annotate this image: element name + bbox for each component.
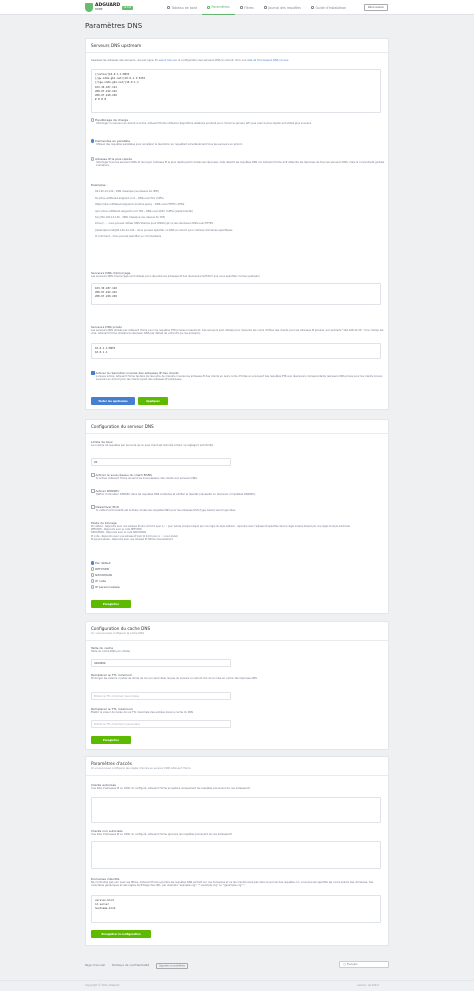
example-item: # comment – Vous pouvez spécifier un com… — [95, 235, 162, 239]
nav-settings[interactable]: Paramètres — [201, 0, 235, 15]
private-dns-textarea[interactable]: 10.0.1.1:8053 10.0.1.1 — [91, 343, 381, 359]
version-text: version: v0.106.3 — [357, 984, 379, 987]
log-icon — [263, 6, 267, 9]
edns-checkbox[interactable] — [91, 473, 95, 477]
settings-icon — [206, 5, 210, 9]
max-ttl-section: Remplacer le TTL maximum Établir la vale… — [91, 707, 194, 714]
test-upstreams-button[interactable]: Tester les upstreams — [91, 397, 135, 405]
private-dns-section: Serveurs DNS privés Les serveurs DNS uti… — [91, 325, 385, 336]
allowed-clients-textarea[interactable] — [91, 797, 381, 823]
apply-button[interactable]: Appliquer — [138, 397, 168, 405]
logo[interactable]: ADGUARD HOME v0.104 — [85, 3, 133, 12]
top-header: ADGUARD HOME v0.104 Tableau de bord Param… — [0, 0, 474, 15]
upstream-title: Serveurs DNS upstream — [86, 39, 388, 53]
blocking-mode-custom-ip[interactable]: IP personnalisée — [91, 584, 120, 590]
upstream-description: Saisissez les adresses des serveurs, une… — [91, 59, 290, 62]
nav-dashboard[interactable]: Tableau de bord — [162, 0, 202, 15]
language-select[interactable]: ◯ Français — [339, 961, 389, 968]
reverse-resolve-option[interactable]: Activer la résolution inverse des adress… — [91, 371, 385, 382]
cache-card: Configuration du cache DNS Ici, vous pouv… — [85, 621, 389, 750]
cache-title: Configuration du cache DNS Ici, vous pouv… — [86, 622, 388, 641]
filters-icon — [239, 6, 243, 9]
dashboard-icon — [167, 6, 170, 9]
known-providers-link[interactable]: liste de fournisseurs DNS connus. — [247, 59, 289, 62]
access-title: Paramètres d'accès Ici vous pouvez config… — [86, 757, 388, 776]
max-ttl-input[interactable]: Entrez le TTL maximum (secondes) — [91, 720, 231, 728]
private-dns-desc: Les serveurs DNS utilisés par AdGuard Ho… — [91, 329, 384, 336]
edns-option[interactable]: Activer le sous-réseau du client EDNS Si… — [91, 473, 385, 480]
server-config-title: Configuration du serveur DNS — [86, 420, 388, 434]
blocked-domains-textarea[interactable]: version.bind id.server hostname.bind — [91, 895, 381, 923]
dnssec-option[interactable]: Activer DNSSEC Définir l'indicateur DNSS… — [91, 489, 385, 496]
nav-query-log[interactable]: Journal des requêtes — [259, 0, 306, 15]
adguard-shield-icon — [85, 3, 93, 12]
bootstrap-section: Serveurs DNS d'amorçage Les serveurs DNS… — [91, 271, 385, 278]
footer-bottom: Copyright © 2021 AdGuard version: v0.106… — [0, 980, 474, 987]
dnssec-checkbox[interactable] — [91, 489, 95, 493]
upstream-card: Serveurs DNS upstream Saisissez les adre… — [85, 38, 389, 410]
bootstrap-desc: Les serveurs DNS d'amorçage sont utilisé… — [91, 275, 261, 278]
cache-size-input[interactable]: 4194304 — [91, 659, 231, 667]
reverse-resolve-checkbox[interactable] — [91, 371, 95, 375]
cache-size-section: Taille du cache Taille du cache DNS (en … — [91, 646, 130, 653]
brand-name: ADGUARD HOME — [95, 2, 121, 11]
learn-more-link[interactable]: En savoir plus — [155, 59, 173, 62]
disallowed-clients-textarea[interactable] — [91, 841, 381, 869]
guide-icon — [310, 6, 314, 9]
examples-list: Exemples : 94.140.14.140 - DNS classique… — [91, 183, 385, 241]
ipv6-checkbox[interactable] — [91, 505, 95, 509]
radio-load-balance[interactable] — [91, 118, 95, 122]
access-card: Paramètres d'accès Ici vous pouvez config… — [85, 756, 389, 946]
upstream-mode-parallel[interactable]: Demandes en parallèle Utilisez des requê… — [91, 139, 385, 146]
upstream-mode-fastest[interactable]: Adresse IP la plus rapide Interroger tou… — [91, 157, 385, 168]
homepage-link[interactable]: Page d'accueil — [85, 963, 105, 967]
bootstrap-textarea[interactable]: 103.39.187.149 208.67.222.222 208.67.220.2… — [91, 283, 381, 305]
version-badge: v0.104 — [122, 5, 133, 10]
radio-fastest-ip[interactable] — [91, 157, 95, 161]
allowed-clients-section: Clients autorisés Une liste d'adresses I… — [91, 783, 251, 790]
main-nav: Tableau de bord Paramètres Filtres Journ… — [162, 0, 351, 15]
upstream-mode-load-balance[interactable]: Équilibrage de charge Interroger un serv… — [91, 118, 385, 125]
privacy-link[interactable]: Politique de confidentialité — [112, 963, 149, 967]
disable-ipv6-option[interactable]: Désactiver IPv6 Si cette fonctionnalité … — [91, 505, 385, 512]
nav-filters[interactable]: Filtres — [235, 0, 259, 15]
upstream-servers-textarea[interactable]: [/ontos/]10.0.1.1:8053 [/gw.ndda.gb1.net/… — [91, 69, 381, 113]
logout-button[interactable]: Déconnexion — [364, 4, 388, 11]
disallowed-clients-section: Clients non autorisés Une liste d'adress… — [91, 829, 233, 836]
server-config-save-button[interactable]: Enregistrer — [91, 600, 131, 608]
nav-setup-guide[interactable]: Guide d'installation — [306, 0, 351, 15]
report-issue-button[interactable]: Signaler un problème — [156, 962, 188, 969]
radio-parallel[interactable] — [91, 139, 95, 143]
cache-save-button[interactable]: Enregistrer — [91, 736, 131, 744]
blocking-mode-radios: Par défaut REFUSED NXDOMAIN IP nulle IP … — [91, 560, 120, 590]
copyright: Copyright © 2021 AdGuard — [85, 984, 120, 987]
blocked-domains-section: Domaines interdits Ne confondez pas ceci… — [91, 877, 374, 888]
min-ttl-section: Remplacer le TTL minimum Prolonger les v… — [91, 673, 257, 680]
page-title: Paramètres DNS — [85, 22, 143, 30]
rate-limit-input[interactable]: 20 — [91, 458, 231, 466]
footer: Page d'accueil Politique de confidential… — [85, 961, 389, 969]
server-config-card: Configuration du serveur DNS Limite de t… — [85, 419, 389, 614]
min-ttl-input[interactable]: Entrez le TTL minimum (secondes) — [91, 692, 231, 700]
rate-limit-section: Limite de taux Le nombre de requêtes par… — [91, 440, 214, 447]
blocking-mode-section: Mode du blocage Par défaut - Répondre av… — [91, 521, 350, 541]
access-save-button[interactable]: Enregistrer la configuration — [91, 930, 151, 938]
